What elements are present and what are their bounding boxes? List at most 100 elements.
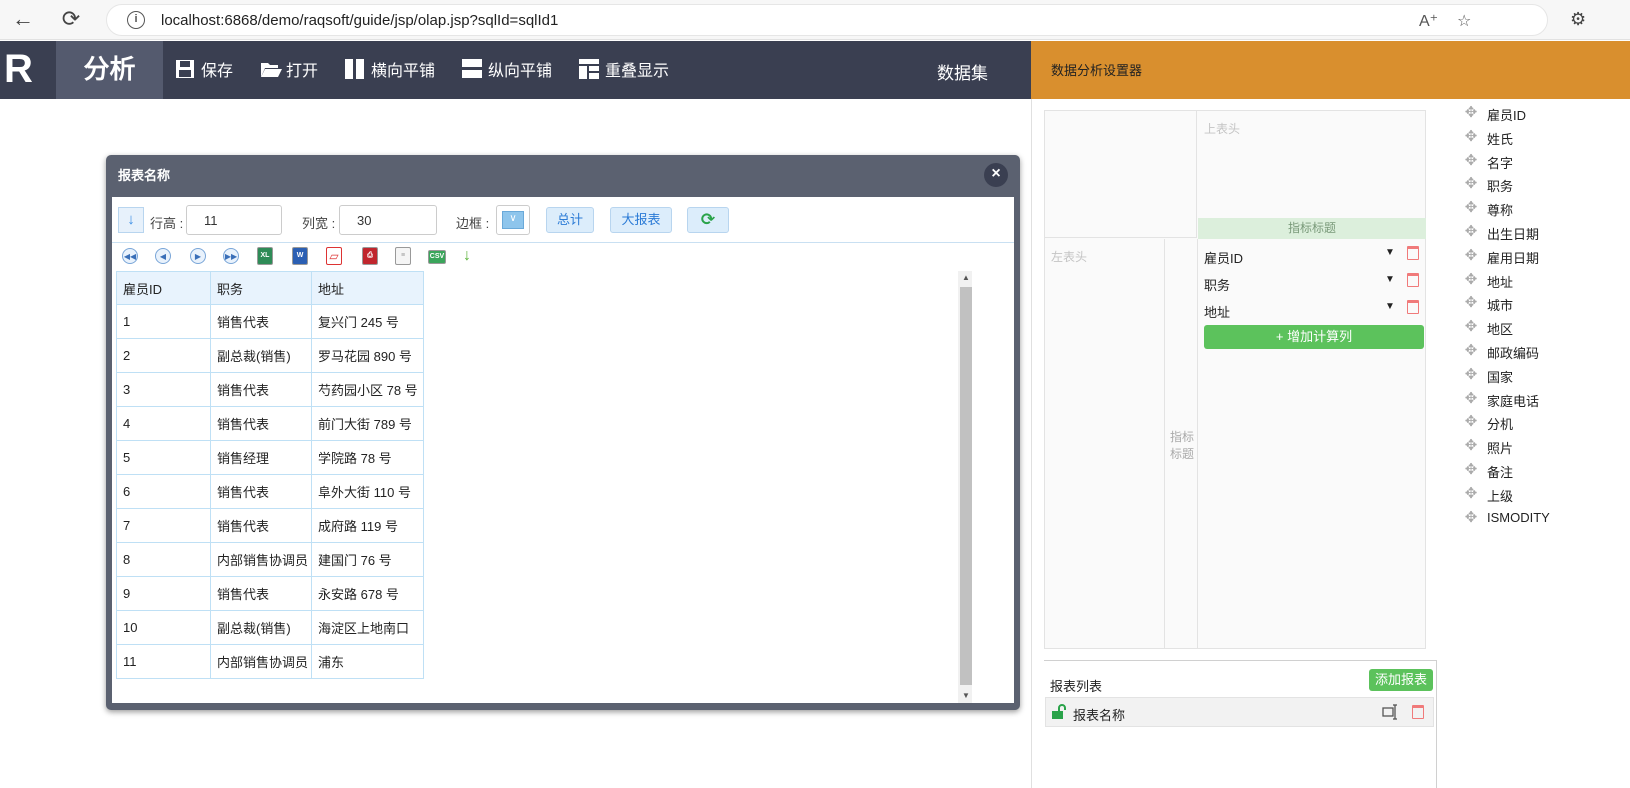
arrow-down-icon[interactable]: ↓ (118, 207, 144, 233)
col-width-input[interactable] (339, 205, 437, 235)
move-icon[interactable]: ✥ (1463, 366, 1479, 383)
scroll-down-icon[interactable]: ▼ (960, 691, 972, 700)
open-button[interactable]: 打开 (260, 56, 318, 82)
save-icon (175, 59, 195, 79)
border-select[interactable]: ∨ (496, 205, 530, 235)
report-window[interactable]: 报表名称 × ↓ 行高 : 列宽 : 边框 : ∨ 总计 大报表 ⟳ ◀◀ ◀ … (106, 155, 1020, 710)
row-height-input[interactable] (186, 205, 282, 235)
move-icon[interactable]: ✥ (1463, 319, 1479, 335)
move-icon[interactable]: ✥ (1463, 105, 1479, 121)
refresh-icon[interactable]: ⟳ (687, 207, 729, 233)
tile-horizontal-label: 横向平铺 (371, 63, 436, 80)
excel-export-icon[interactable]: XL (257, 247, 273, 265)
download-arrow-icon[interactable]: ↓ (458, 247, 476, 265)
add-calc-column-button[interactable]: + 增加计算列 (1204, 325, 1424, 349)
dataset-link[interactable]: 数据集 (937, 59, 988, 84)
field-label: 国家 (1487, 369, 1514, 385)
add-report-button[interactable]: 添加报表 (1369, 669, 1433, 691)
scrollbar-thumb[interactable] (960, 287, 972, 685)
table-cell: 学院路 78 号 (311, 440, 424, 475)
move-icon[interactable]: ✥ (1463, 247, 1479, 264)
csv-export-icon[interactable]: CSV (428, 250, 446, 264)
table-row: 9 销售代表 永安路 678 号 (116, 576, 424, 611)
print-icon[interactable]: ⎙ (362, 247, 378, 265)
url-text: localhost:6868/demo/raqsoft/guide/jsp/ol… (161, 12, 559, 29)
trash-icon[interactable] (1407, 246, 1419, 260)
move-icon[interactable]: ✥ (1463, 176, 1479, 192)
word-export-icon[interactable]: W (292, 247, 308, 265)
analysis-tab[interactable]: 分析 (56, 41, 163, 99)
field-list: ✥ 雇员ID ✥ 姓氏 ✥ 名字 ✥ 职务 ✥ 尊称 ✥ 出生日期 ✥ 雇用日期 ✥ 地址 ✥ 城市 ✥ 地区 ✥ 邮政编… (1451, 99, 1630, 549)
move-icon[interactable]: ✥ (1463, 200, 1479, 216)
site-info-icon[interactable]: i (127, 11, 145, 29)
first-page-icon[interactable]: ◀◀ (122, 248, 138, 264)
last-page-icon[interactable]: ▶▶ (223, 248, 239, 264)
save-button[interactable]: 保存 (175, 56, 233, 82)
measure-item[interactable]: 雇员ID ▼ (1204, 244, 1424, 268)
move-icon[interactable]: ✥ (1463, 509, 1479, 526)
table-cell: 芍药园小区 78 号 (311, 372, 424, 407)
move-icon[interactable]: ✥ (1463, 414, 1479, 430)
table-header-cell: 地址 (311, 271, 424, 305)
tile-vertical-label: 纵向平铺 (488, 63, 553, 80)
table-row: 5 销售经理 学院路 78 号 (116, 440, 424, 475)
report-item-label: 报表名称 (1073, 708, 1126, 723)
left-head-zone[interactable]: 左表头 (1045, 239, 1165, 649)
app-logo: R (0, 41, 56, 99)
trash-icon[interactable] (1407, 273, 1419, 287)
tile-vertical-button[interactable]: 纵向平铺 (462, 56, 552, 82)
scroll-up-icon[interactable]: ▲ (960, 273, 972, 282)
move-icon[interactable]: ✥ (1463, 152, 1479, 169)
setting-panel-title: 数据分析设置器 (1051, 63, 1143, 78)
rename-icon[interactable] (1382, 704, 1398, 720)
caret-down-icon[interactable]: ▼ (1385, 274, 1395, 285)
tile-vertical-icon (462, 59, 482, 79)
move-icon[interactable]: ✥ (1463, 462, 1479, 478)
table-cell: 销售经理 (210, 440, 312, 475)
move-icon[interactable]: ✥ (1463, 271, 1479, 288)
tile-horizontal-button[interactable]: 横向平铺 (345, 56, 435, 82)
measure-item[interactable]: 地址 ▼ (1204, 298, 1424, 322)
table-cell: 浦东 (311, 644, 424, 679)
move-icon[interactable]: ✥ (1463, 128, 1479, 145)
table-row: 2 副总裁(销售) 罗马花园 890 号 (116, 338, 424, 373)
move-icon[interactable]: ✥ (1463, 485, 1479, 502)
field-label: 地区 (1487, 322, 1514, 338)
app-toolbar: R 分析 保存 打开 横向平铺 纵向平铺 重叠显示 数据集 (0, 41, 1031, 99)
pdf-export-icon[interactable]: ▱ (326, 247, 342, 265)
reload-icon[interactable]: ⟳ (58, 8, 84, 32)
caret-down-icon[interactable]: ▼ (1385, 301, 1395, 312)
back-arrow-icon[interactable]: ← (10, 8, 36, 32)
move-icon[interactable]: ✥ (1463, 343, 1479, 359)
field-label: 名字 (1487, 155, 1514, 171)
report-list-item[interactable]: 报表名称 (1045, 697, 1434, 727)
measure-label: 雇员ID (1204, 251, 1244, 266)
measure-item[interactable]: 职务 ▼ (1204, 271, 1424, 295)
move-icon[interactable]: ✥ (1463, 438, 1479, 454)
trash-icon[interactable] (1407, 300, 1419, 314)
big-report-button[interactable]: 大报表 (610, 207, 672, 233)
caret-down-icon[interactable]: ▼ (1385, 247, 1395, 258)
close-icon[interactable]: × (984, 163, 1008, 187)
overlap-button[interactable]: 重叠显示 (579, 56, 669, 82)
next-page-icon[interactable]: ▶ (190, 248, 206, 264)
field-label: 姓氏 (1487, 131, 1514, 147)
report-list-title: 报表列表 (1050, 679, 1103, 694)
total-button[interactable]: 总计 (546, 207, 594, 233)
table-cell: 11 (116, 644, 211, 679)
favorite-star-icon[interactable]: ☆ (1457, 11, 1471, 31)
read-aloud-icon[interactable]: A⁺ (1419, 11, 1438, 31)
table-cell: 3 (116, 372, 211, 407)
index-column-label-1: 指标 (1169, 430, 1194, 444)
trash-icon[interactable] (1412, 705, 1424, 719)
unlock-icon[interactable] (1051, 704, 1067, 720)
prev-page-icon[interactable]: ◀ (155, 248, 171, 264)
table-row: 8 内部销售协调员 建国门 76 号 (116, 542, 424, 577)
move-icon[interactable]: ✥ (1463, 295, 1479, 311)
move-icon[interactable]: ✥ (1463, 224, 1479, 240)
address-bar[interactable]: i localhost:6868/demo/raqsoft/guide/jsp/… (106, 4, 1548, 36)
extensions-icon[interactable]: ⚙ (1570, 9, 1586, 30)
move-icon[interactable]: ✥ (1463, 390, 1479, 407)
left-head-placeholder: 左表头 (1051, 250, 1088, 264)
text-export-icon[interactable]: ≡ (395, 247, 411, 265)
